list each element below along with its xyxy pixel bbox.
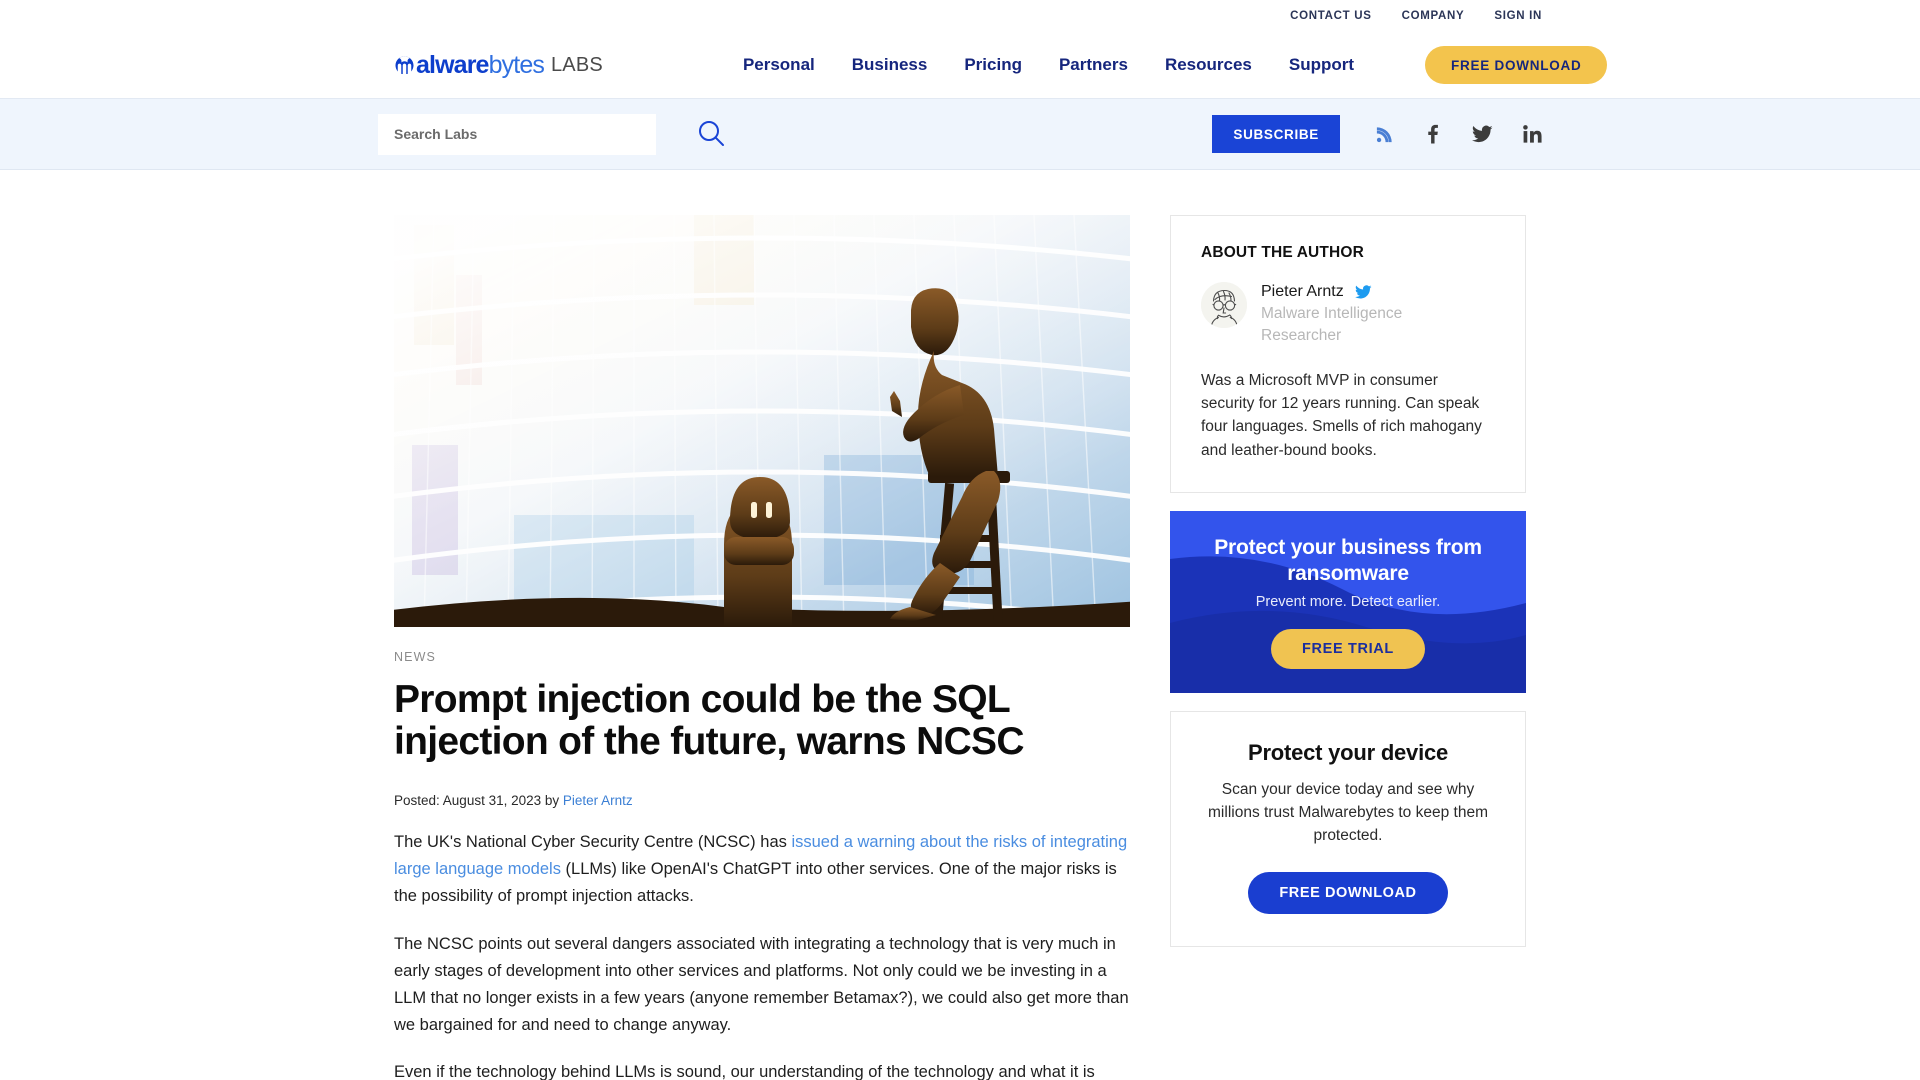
- header-free-download-button[interactable]: FREE DOWNLOAD: [1425, 46, 1608, 84]
- nav-item-support[interactable]: Support: [1289, 55, 1354, 75]
- utility-nav-sign-in[interactable]: SIGN IN: [1494, 10, 1542, 22]
- nav-item-resources[interactable]: Resources: [1165, 55, 1252, 75]
- linkedin-icon[interactable]: [1523, 125, 1542, 143]
- article-byline: Posted: August 31, 2023 by Pieter Arntz: [394, 793, 1130, 808]
- utility-nav-company[interactable]: COMPANY: [1402, 10, 1465, 22]
- author-name-line: Pieter Arntz: [1261, 283, 1441, 301]
- malwarebytes-labs-logo[interactable]: alware bytes LABS: [394, 50, 603, 79]
- article-paragraph-1: The UK's National Cyber Security Centre …: [394, 829, 1130, 910]
- device-promo-body: Scan your device today and see why milli…: [1208, 780, 1488, 845]
- author-twitter-icon[interactable]: [1354, 285, 1372, 299]
- facebook-icon[interactable]: [1424, 124, 1442, 144]
- nav-item-pricing[interactable]: Pricing: [964, 55, 1022, 75]
- protect-your-device-card: Protect your device Scan your device tod…: [1170, 710, 1526, 947]
- labs-search-bar: SUBSCRIBE: [0, 98, 1920, 170]
- author-avatar: [1201, 282, 1247, 328]
- device-promo-heading: Protect your device: [1247, 739, 1448, 765]
- author-role: Malware Intelligence Researcher: [1261, 305, 1403, 345]
- about-the-author-card: ABOUT THE AUTHOR Pieter Arntz Malware In…: [1170, 215, 1526, 493]
- article-title: Prompt injection could be the SQL inject…: [394, 678, 1025, 764]
- free-trial-button[interactable]: FREE TRIAL: [1271, 629, 1425, 670]
- nav-item-business[interactable]: Business: [852, 55, 928, 75]
- article-category-tag[interactable]: NEWS: [394, 650, 436, 664]
- article-hero-image: [394, 215, 1130, 627]
- logo-text-bytes: bytes: [488, 50, 545, 79]
- nav-item-personal[interactable]: Personal: [743, 55, 815, 75]
- author-name: Pieter Arntz: [1261, 283, 1344, 300]
- search-submit-button[interactable]: [696, 118, 726, 151]
- business-promo-subheading: Prevent more. Detect earlier.: [1255, 594, 1441, 611]
- business-promo-heading: Protect your business from ransomware: [1214, 535, 1482, 585]
- byline-by: by: [541, 793, 563, 809]
- page-content: NEWS Prompt injection could be the SQL i…: [0, 170, 1920, 1080]
- utility-nav-contact-us[interactable]: CONTACT US: [1290, 10, 1371, 22]
- author-bio: Was a Microsoft MVP in consumer security…: [1201, 371, 1482, 459]
- sidebar-free-download-button[interactable]: FREE DOWNLOAD: [1248, 871, 1448, 914]
- search-bar-actions: SUBSCRIBE: [1212, 115, 1542, 153]
- logo-text-malware: alware: [416, 50, 489, 79]
- twitter-icon[interactable]: [1472, 125, 1493, 143]
- utility-nav-bar: CONTACT US COMPANY SIGN IN: [0, 0, 1920, 32]
- byline-date: August 31, 2023: [442, 793, 542, 809]
- about-author-heading: ABOUT THE AUTHOR: [1201, 244, 1364, 261]
- article-paragraph-3: Even if the technology behind LLMs is so…: [394, 1063, 1095, 1080]
- rss-icon[interactable]: [1376, 125, 1394, 143]
- author-row: Pieter Arntz Malware Intelligence Resear…: [1201, 282, 1495, 348]
- byline-posted-prefix: Posted:: [394, 793, 443, 809]
- author-meta: Pieter Arntz Malware Intelligence Resear…: [1261, 282, 1441, 348]
- byline-author-link[interactable]: Pieter Arntz: [563, 793, 633, 808]
- logo-text-labs: LABS: [550, 54, 603, 76]
- nav-item-partners[interactable]: Partners: [1059, 55, 1128, 75]
- social-links: [1376, 124, 1542, 144]
- site-header: alware bytes LABS Personal Business Pric…: [0, 32, 1920, 98]
- search-input[interactable]: [378, 113, 656, 155]
- business-promo-content: Protect your business from ransomware Pr…: [1170, 535, 1526, 670]
- sidebar: ABOUT THE AUTHOR Pieter Arntz Malware In…: [1170, 215, 1526, 947]
- subscribe-button[interactable]: SUBSCRIBE: [1212, 115, 1340, 153]
- paragraph-1-segment-1: The UK's National Cyber Security Centre …: [394, 833, 792, 852]
- main-navigation: Personal Business Pricing Partners Resou…: [743, 46, 1608, 84]
- article-column: NEWS Prompt injection could be the SQL i…: [394, 215, 1130, 1080]
- article-paragraph-2: The NCSC points out several dangers asso…: [394, 934, 1129, 1034]
- business-ransomware-promo-card[interactable]: Protect your business from ransomware Pr…: [1170, 510, 1526, 693]
- malwarebytes-m-mark-icon: [394, 55, 416, 76]
- search-icon: [696, 118, 726, 151]
